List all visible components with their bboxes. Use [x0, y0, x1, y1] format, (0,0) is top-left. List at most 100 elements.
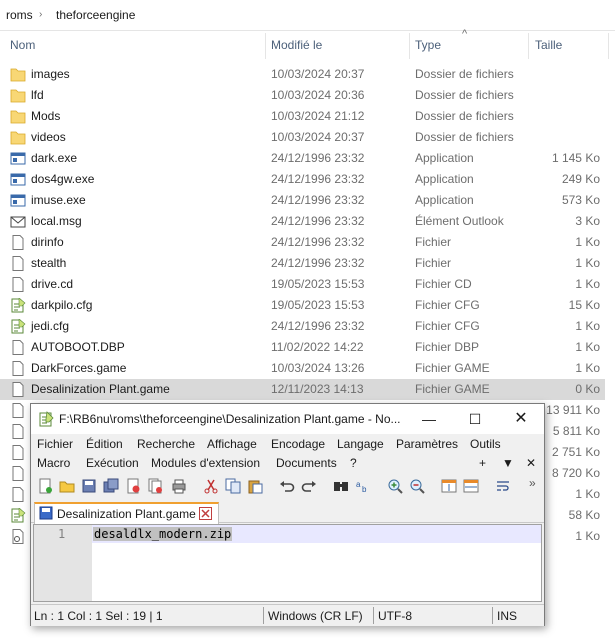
- status-eol[interactable]: Windows (CR LF): [268, 609, 363, 623]
- file-row[interactable]: drive.cd 19/05/2023 15:53 Fichier CD 1 Ko: [0, 274, 605, 295]
- file-row[interactable]: dark.exe 24/12/1996 23:32 Application 1 145…: [0, 148, 605, 169]
- file-row[interactable]: dirinfo 24/12/1996 23:32 Fichier 1 Ko: [0, 232, 605, 253]
- menu-parametres[interactable]: Paramètres: [396, 437, 458, 451]
- toolbar: ab »: [31, 474, 544, 498]
- file-type: Fichier: [415, 235, 452, 249]
- breadcrumb: roms › theforceengine: [0, 0, 615, 31]
- close-all-icon[interactable]: [147, 478, 163, 494]
- column-header-name[interactable]: Nom: [10, 38, 35, 52]
- maximize-button[interactable]: ☐: [452, 404, 498, 434]
- menu-help[interactable]: ?: [350, 456, 357, 470]
- new-file-icon[interactable]: [37, 478, 53, 494]
- file-size: 3 Ko: [575, 214, 600, 228]
- file-row[interactable]: dos4gw.exe 24/12/1996 23:32 Application 249…: [0, 169, 605, 190]
- column-divider[interactable]: [608, 33, 609, 59]
- file-row[interactable]: jedi.cfg 24/12/1996 23:32 Fichier CFG 1 Ko: [0, 316, 605, 337]
- print-icon[interactable]: [171, 478, 187, 494]
- sync-scroll-horizontal-icon[interactable]: [463, 478, 479, 494]
- menu-modules-extension[interactable]: Modules d'extension: [151, 456, 260, 470]
- tab-list-dropdown-icon[interactable]: ▼: [502, 456, 514, 470]
- close-file-icon[interactable]: [125, 478, 141, 494]
- menu-langage[interactable]: Langage: [337, 437, 384, 451]
- file-type: Fichier CFG: [415, 319, 480, 333]
- undo-icon[interactable]: [279, 478, 295, 494]
- copy-icon[interactable]: [225, 478, 241, 494]
- file-icon: [10, 340, 26, 355]
- new-tab-icon[interactable]: +: [479, 456, 486, 470]
- file-modified-date: 10/03/2024 21:12: [271, 109, 365, 123]
- zoom-out-icon[interactable]: [409, 478, 425, 494]
- menu-execution[interactable]: Exécution: [86, 456, 139, 470]
- chevron-right-icon[interactable]: ›: [39, 9, 42, 20]
- column-divider[interactable]: [528, 33, 529, 59]
- file-size: 2 751 Ko: [551, 445, 600, 459]
- menu-encodage[interactable]: Encodage: [271, 437, 325, 451]
- file-row[interactable]: DarkForces.game 10/03/2024 13:26 Fichier G…: [0, 358, 605, 379]
- zoom-in-icon[interactable]: [387, 478, 403, 494]
- file-size: 15 Ko: [568, 298, 600, 312]
- paste-icon[interactable]: [247, 478, 263, 494]
- file-row[interactable]: images 10/03/2024 20:37 Dossier de fichier…: [0, 64, 605, 85]
- file-row[interactable]: Mods 10/03/2024 21:12 Dossier de fichiers: [0, 106, 605, 127]
- file-row[interactable]: Desalinization Plant.game 12/11/2023 14:1…: [0, 379, 605, 400]
- save-icon[interactable]: [81, 478, 97, 494]
- file-name: videos: [31, 130, 66, 144]
- file-row[interactable]: videos 10/03/2024 20:37 Dossier de fichier…: [0, 127, 605, 148]
- open-folder-icon[interactable]: [59, 478, 75, 494]
- menu-affichage[interactable]: Affichage: [207, 437, 257, 451]
- file-modified-date: 12/11/2023 14:13: [271, 382, 364, 396]
- redo-icon[interactable]: [301, 478, 317, 494]
- text-editor[interactable]: 1 desaldlx_modern.zip: [33, 524, 542, 602]
- tab-label: Desalinization Plant.game: [57, 507, 196, 521]
- minimize-button[interactable]: —: [406, 404, 452, 434]
- word-wrap-icon[interactable]: [495, 478, 511, 494]
- tab-desalinization-plant[interactable]: Desalinization Plant.game: [34, 502, 219, 524]
- menu-recherche[interactable]: Recherche: [137, 437, 195, 451]
- file-row[interactable]: imuse.exe 24/12/1996 23:32 Application 573 …: [0, 190, 605, 211]
- file-icon: [10, 487, 26, 502]
- column-divider[interactable]: [409, 33, 410, 59]
- close-button[interactable]: ✕: [498, 404, 544, 434]
- cut-icon[interactable]: [203, 478, 219, 494]
- menu-macro[interactable]: Macro: [37, 456, 70, 470]
- file-name: Mods: [31, 109, 61, 123]
- replace-icon[interactable]: ab: [355, 478, 371, 494]
- menu-documents[interactable]: Documents: [276, 456, 337, 470]
- close-tab-icon[interactable]: [199, 507, 212, 520]
- toolbar-overflow-icon[interactable]: »: [529, 476, 536, 490]
- breadcrumb-item-theforceengine[interactable]: theforceengine: [56, 8, 135, 22]
- file-row[interactable]: stealth 24/12/1996 23:32 Fichier 1 Ko: [0, 253, 605, 274]
- file-size: 58 Ko: [568, 508, 600, 522]
- notepad-plus-plus-icon: [39, 411, 54, 427]
- folder-icon: [10, 130, 26, 145]
- column-header-size[interactable]: Taille: [535, 38, 562, 52]
- current-line-highlight: desaldlx_modern.zip: [92, 525, 541, 543]
- file-size: 249 Ko: [561, 172, 600, 186]
- settings-file-icon: [10, 529, 26, 544]
- column-divider[interactable]: [265, 33, 266, 59]
- file-row[interactable]: darkpilo.cfg 19/05/2023 15:53 Fichier CFG 1…: [0, 295, 605, 316]
- status-divider: [263, 607, 264, 624]
- menu-fichier[interactable]: Fichier: [37, 437, 73, 451]
- file-row[interactable]: lfd 10/03/2024 20:36 Dossier de fichiers: [0, 85, 605, 106]
- save-all-icon[interactable]: [103, 478, 119, 494]
- column-header-type[interactable]: Type: [415, 38, 441, 52]
- breadcrumb-item-roms[interactable]: roms: [6, 8, 33, 22]
- file-row[interactable]: AUTOBOOT.DBP 11/02/2022 14:22 Fichier DBP 1…: [0, 337, 605, 358]
- menu-outils[interactable]: Outils: [470, 437, 501, 451]
- file-size: 1 Ko: [575, 319, 600, 333]
- title-bar[interactable]: F:\RB6nu\roms\theforceengine\Desalinizat…: [31, 404, 544, 434]
- line-number-gutter: 1: [34, 525, 92, 601]
- editor-text-selected[interactable]: desaldlx_modern.zip: [93, 527, 233, 541]
- sync-scroll-vertical-icon[interactable]: [441, 478, 457, 494]
- menu-edition[interactable]: Édition: [86, 437, 123, 451]
- status-insert-mode[interactable]: INS: [497, 609, 517, 623]
- file-type: Application: [415, 193, 474, 207]
- file-size: 573 Ko: [561, 193, 600, 207]
- find-icon[interactable]: [333, 478, 349, 494]
- file-row[interactable]: local.msg 24/12/1996 23:32 Élément Outlook…: [0, 211, 605, 232]
- column-header-date[interactable]: Modifié le: [271, 38, 322, 52]
- status-encoding[interactable]: UTF-8: [378, 609, 412, 623]
- file-icon: [10, 277, 26, 292]
- close-document-icon[interactable]: ✕: [526, 456, 536, 470]
